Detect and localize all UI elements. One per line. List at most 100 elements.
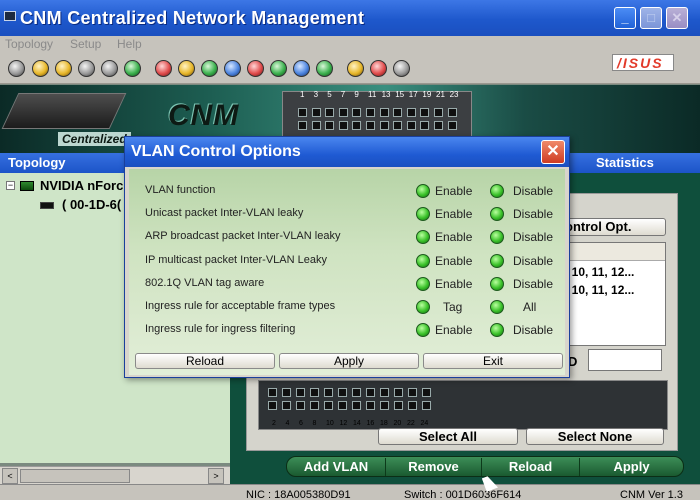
port-icon[interactable]: [310, 401, 319, 410]
globe-icon[interactable]: [201, 60, 218, 77]
port-icon[interactable]: [406, 121, 416, 130]
port-icon[interactable]: [268, 401, 277, 410]
port-icon[interactable]: [296, 388, 305, 397]
select-none-button[interactable]: Select None: [526, 428, 664, 445]
scroll-thumb[interactable]: [20, 469, 130, 483]
gear-icon[interactable]: [124, 60, 141, 77]
port-icon[interactable]: [434, 108, 443, 117]
reload-button[interactable]: Reload: [482, 458, 580, 476]
port-icon[interactable]: [366, 108, 375, 117]
port-icon[interactable]: [447, 121, 457, 130]
eye-icon[interactable]: [101, 60, 118, 77]
apply-button[interactable]: Apply: [580, 458, 683, 476]
table-row[interactable]: , 10, 11, 12...: [565, 265, 634, 279]
dialog-reload-button[interactable]: Reload: [135, 353, 275, 369]
minimize-button[interactable]: _: [614, 7, 636, 29]
select-all-button[interactable]: Select All: [378, 428, 518, 445]
close-button[interactable]: ✕: [666, 7, 688, 29]
port-icon[interactable]: [422, 401, 431, 410]
port-icon[interactable]: [366, 401, 375, 410]
key-icon[interactable]: [178, 60, 195, 77]
port-icon[interactable]: [393, 121, 403, 130]
menu-help[interactable]: Help: [117, 37, 142, 51]
port-icon[interactable]: [422, 388, 431, 397]
port-icon[interactable]: [379, 108, 389, 117]
port-icon[interactable]: [352, 108, 362, 117]
port-icon[interactable]: [325, 121, 335, 130]
port-icon[interactable]: [282, 401, 291, 410]
radio-option-b[interactable]: [490, 207, 504, 222]
port-icon[interactable]: [298, 121, 307, 130]
cross-icon[interactable]: [155, 60, 172, 77]
tree-node-switch[interactable]: ( 00-1D-6(: [62, 197, 121, 212]
menu-topology[interactable]: Topology: [5, 37, 53, 51]
radio-option-a[interactable]: [416, 207, 430, 222]
document-icon[interactable]: [347, 60, 364, 77]
globe-arrow-icon[interactable]: [270, 60, 287, 77]
port-icon[interactable]: [394, 388, 403, 397]
port-icon[interactable]: [406, 108, 416, 117]
port-icon[interactable]: [408, 401, 417, 410]
phone-icon[interactable]: [247, 60, 264, 77]
vid-input[interactable]: [588, 349, 662, 371]
port-icon[interactable]: [393, 108, 403, 117]
add-vlan-button[interactable]: Add VLAN: [287, 458, 386, 476]
log-icon[interactable]: [316, 60, 333, 77]
port-icon[interactable]: [420, 121, 430, 130]
port-icon[interactable]: [352, 401, 361, 410]
radio-option-b[interactable]: [490, 300, 504, 314]
port-icon[interactable]: [311, 108, 321, 117]
port-icon[interactable]: [324, 401, 333, 410]
radio-option-a[interactable]: [416, 300, 430, 314]
menu-setup[interactable]: Setup: [70, 37, 101, 51]
radio-option-b[interactable]: [490, 253, 504, 268]
statistics-header[interactable]: Statistics: [566, 153, 700, 173]
port-icon[interactable]: [296, 401, 305, 410]
port-icon[interactable]: [380, 388, 389, 397]
port-icon[interactable]: [282, 388, 291, 397]
radio-option-a[interactable]: [416, 253, 430, 268]
table-row[interactable]: , 10, 11, 12...: [565, 283, 634, 297]
maximize-button[interactable]: □: [640, 7, 662, 29]
radio-option-b[interactable]: [490, 230, 504, 245]
port-icon[interactable]: [408, 388, 417, 397]
dialog-close-button[interactable]: ✕: [541, 140, 565, 164]
control-options-button[interactable]: ontrol Opt.: [556, 218, 666, 236]
port-icon[interactable]: [394, 401, 403, 410]
scroll-right-arrow-icon[interactable]: >: [208, 468, 224, 484]
dialog-exit-button[interactable]: Exit: [423, 353, 563, 369]
horizontal-scrollbar[interactable]: < >: [0, 466, 230, 484]
port-icon[interactable]: [310, 388, 319, 397]
port-icon[interactable]: [338, 401, 347, 410]
person-icon[interactable]: [370, 60, 387, 77]
radio-option-b[interactable]: [490, 184, 504, 198]
port-icon[interactable]: [352, 388, 361, 397]
port-icon[interactable]: [338, 388, 347, 397]
radio-option-b[interactable]: [490, 323, 504, 338]
port-icon[interactable]: [434, 121, 443, 130]
port-icon[interactable]: [311, 121, 321, 130]
hub-icon[interactable]: [55, 60, 72, 77]
scroll-left-arrow-icon[interactable]: <: [2, 468, 18, 484]
remove-button[interactable]: Remove: [386, 458, 482, 476]
port-icon[interactable]: [420, 108, 430, 117]
port-icon[interactable]: [447, 108, 457, 117]
port-icon[interactable]: [325, 108, 335, 117]
radio-option-a[interactable]: [416, 230, 430, 245]
tree-collapse-toggle[interactable]: −: [6, 181, 15, 190]
port-icon[interactable]: [324, 388, 333, 397]
refresh-icon[interactable]: [293, 60, 310, 77]
radio-option-a[interactable]: [416, 323, 430, 338]
port-icon[interactable]: [380, 401, 389, 410]
port-icon[interactable]: [268, 388, 277, 397]
radio-option-b[interactable]: [490, 276, 504, 291]
monitor-icon[interactable]: [224, 60, 241, 77]
power-icon[interactable]: [8, 60, 25, 77]
user-icon[interactable]: [393, 60, 410, 77]
radio-option-a[interactable]: [416, 184, 430, 198]
switch-icon[interactable]: [78, 60, 95, 77]
app-icon[interactable]: [4, 11, 16, 21]
smiley-icon[interactable]: [32, 60, 49, 77]
port-icon[interactable]: [338, 108, 348, 117]
port-icon[interactable]: [379, 121, 389, 130]
